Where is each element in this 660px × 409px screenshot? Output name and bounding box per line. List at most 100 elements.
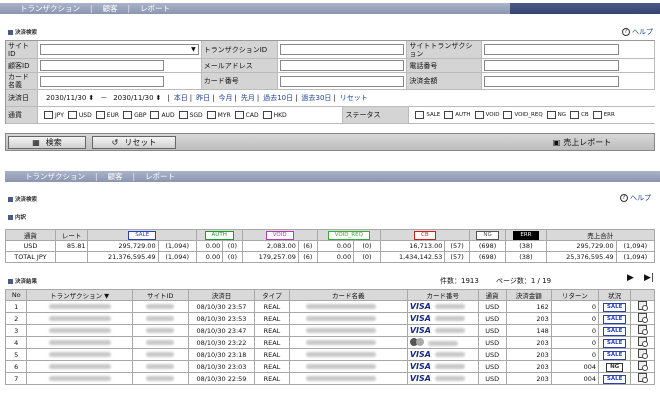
row-no: 1: [4, 300, 28, 313]
phone-field[interactable]: [484, 60, 620, 71]
transaction-id-redacted[interactable]: [48, 315, 111, 321]
nav-customer[interactable]: 顧客: [103, 3, 118, 14]
date-from-spinner-icon[interactable]: ⬍: [88, 94, 94, 102]
search-icon: ▦: [32, 138, 40, 147]
nav2-transaction[interactable]: トランザクション: [25, 171, 85, 182]
card-number-label: カード番号: [201, 73, 278, 89]
cb-usd[interactable]: [67, 111, 77, 119]
table-row[interactable]: 3 08/10/30 23:47 REAL VISA USD 148 0 SALE: [4, 324, 655, 337]
cb-cb[interactable]: [570, 111, 580, 119]
nav2-customer[interactable]: 顧客: [108, 171, 123, 182]
card-number-redacted: [434, 304, 465, 309]
row-return: 0: [550, 300, 600, 313]
card-number-field[interactable]: [279, 75, 405, 87]
col-transaction[interactable]: トランザクション ▼: [26, 289, 133, 301]
page-indicator: ページ数：1 / 19: [496, 277, 552, 285]
next-page-icon[interactable]: ▶: [627, 273, 634, 283]
transaction-id-redacted[interactable]: [48, 339, 111, 345]
col-date: 決済日: [187, 289, 256, 301]
reset-button[interactable]: ↺ リセット: [92, 136, 176, 149]
card-number-redacted: [434, 316, 465, 321]
row-return: 0: [550, 324, 600, 337]
cb-cad[interactable]: [234, 111, 244, 119]
detail-icon[interactable]: [638, 361, 649, 371]
cb-ng[interactable]: [546, 111, 556, 119]
row-no: 4: [4, 336, 28, 349]
amount-field[interactable]: [484, 75, 620, 87]
transaction-id-redacted[interactable]: [48, 375, 111, 381]
row-currency: USD: [477, 312, 507, 325]
help-link-2[interactable]: ? ヘルプ: [620, 193, 651, 203]
detail-icon[interactable]: [638, 301, 649, 311]
cb-void[interactable]: [474, 111, 484, 119]
table-row[interactable]: 2 08/10/30 23:53 REAL VISA USD 203 0 SALE: [4, 312, 655, 325]
table-row[interactable]: 6 08/10/30 23:03 REAL VISA USD 203 004 NG: [4, 360, 655, 373]
date-link-yesterday[interactable]: 昨日: [196, 93, 210, 103]
cb-jpy[interactable]: [43, 111, 53, 119]
date-link-last-month[interactable]: 先月: [241, 93, 255, 103]
cb-auth[interactable]: [444, 111, 454, 119]
col-card-number: カード番号: [406, 289, 479, 301]
cb-void-req[interactable]: [503, 111, 513, 119]
date-link-this-month[interactable]: 今月: [219, 93, 233, 103]
row-amount: 203: [505, 372, 552, 385]
date-from-field[interactable]: 2030/11/30: [46, 94, 86, 102]
nav2-report[interactable]: レポート: [145, 171, 175, 182]
transaction-id-redacted[interactable]: [48, 351, 111, 357]
site-id-label: サイトID: [6, 41, 38, 58]
cb-eur[interactable]: [95, 111, 105, 119]
results-nav: トランザクション | 顧客 | レポート: [5, 171, 660, 182]
date-to-field[interactable]: 2030/11/30: [113, 94, 153, 102]
row-type: REAL: [254, 372, 290, 385]
table-row[interactable]: 4 08/10/30 23:22 REAL USD 203 0 SALE: [4, 336, 655, 349]
nav-report[interactable]: レポート: [140, 3, 170, 14]
result-count: 件数：1913: [440, 277, 479, 285]
detail-icon[interactable]: [638, 313, 649, 323]
last-page-icon[interactable]: ▶|: [644, 273, 654, 283]
transaction-id-field[interactable]: [279, 44, 405, 55]
date-link-reset[interactable]: リセット: [340, 93, 368, 103]
detail-icon[interactable]: [638, 373, 649, 383]
nav-transaction[interactable]: トランザクション: [20, 3, 80, 14]
detail-icon[interactable]: [638, 337, 649, 347]
cb-aud[interactable]: [150, 111, 160, 119]
cb-sale[interactable]: [415, 111, 425, 119]
search-button[interactable]: ▦ 検索: [8, 136, 86, 149]
report-button[interactable]: ▣ 売上レポート: [544, 136, 620, 149]
cb-gbp[interactable]: [123, 111, 133, 119]
date-to-spinner-icon[interactable]: ⬍: [156, 94, 162, 102]
site-id-redacted: [146, 327, 175, 333]
card-name-redacted: [305, 375, 376, 381]
table-row[interactable]: 5 08/10/30 23:18 REAL VISA USD 203 0 SALE: [4, 348, 655, 361]
cb-hkd[interactable]: [262, 111, 272, 119]
row-currency: USD: [477, 324, 507, 337]
transaction-id-redacted[interactable]: [48, 327, 111, 333]
help-link[interactable]: ? ヘルプ: [622, 27, 653, 37]
row-type: REAL: [254, 324, 290, 337]
date-link-past30[interactable]: 過去30日: [302, 93, 332, 103]
col-status: 状況: [598, 289, 632, 301]
cb-myr[interactable]: [206, 111, 216, 119]
table-row[interactable]: 1 08/10/30 23:57 REAL VISA USD 162 0 SALE: [4, 300, 655, 313]
card-name-field[interactable]: [39, 75, 164, 87]
table-row[interactable]: 7 08/10/30 22:59 REAL VISA USD 203 004 SALE: [4, 372, 655, 385]
customer-id-field[interactable]: [39, 60, 164, 71]
site-id-select[interactable]: [39, 44, 199, 55]
card-name-redacted: [305, 327, 376, 333]
transaction-id-redacted[interactable]: [48, 303, 111, 309]
row-currency: USD: [477, 300, 507, 313]
detail-icon[interactable]: [638, 349, 649, 359]
site-transaction-field[interactable]: [484, 44, 620, 55]
transaction-id-redacted[interactable]: [48, 363, 111, 369]
ng-badge: NG: [476, 231, 499, 240]
cb-err[interactable]: [592, 111, 602, 119]
card-name-redacted: [305, 339, 376, 345]
summary-row: TOTAL JPY 21,376,595.49 (1,094) 0.00 (0) 1…: [5, 251, 656, 263]
row-no: 2: [4, 312, 28, 325]
email-field[interactable]: [279, 60, 405, 71]
sort-icon[interactable]: ▼: [102, 292, 109, 300]
detail-icon[interactable]: [638, 325, 649, 335]
date-link-past10[interactable]: 過去10日: [263, 93, 293, 103]
date-link-today[interactable]: 本日: [174, 93, 188, 103]
cb-sgd[interactable]: [178, 111, 188, 119]
